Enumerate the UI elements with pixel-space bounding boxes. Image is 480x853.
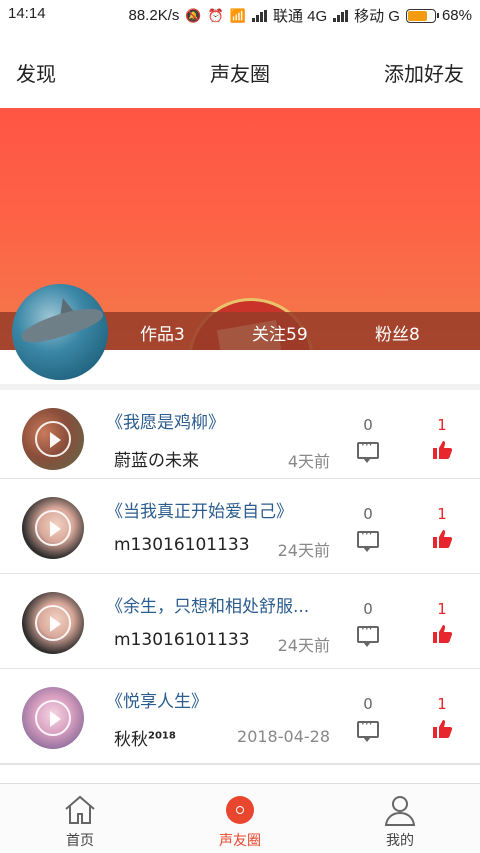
play-icon[interactable] [35,605,71,641]
comment-icon[interactable] [357,622,379,647]
tab-home[interactable]: 首页 [0,784,160,853]
app-header: 发现 声友圈 添加好友 [0,30,480,108]
tab-mine[interactable]: 我的 [320,784,480,853]
status-time: 14:14 [8,5,46,22]
status-bar: 14:14 88.2K/s 🔕 ⏰ 📶 联通 4G 移动 G 68% [0,0,480,30]
thumbnail[interactable] [22,592,84,654]
item-user: 秋秋2018 [114,725,176,750]
thumbs-up-icon[interactable] [432,440,454,460]
friend-circle-icon [226,796,254,824]
network-speed: 88.2K/s [128,7,180,24]
play-icon[interactable] [35,421,71,457]
item-user: m13016101133 [114,630,250,650]
comment-count: 0 [363,695,373,713]
tab-friend-circle[interactable]: 声友圈 [160,784,320,853]
item-title[interactable]: 《悦享人生》 [106,687,336,712]
item-user: 蔚蓝の未来 [114,446,199,471]
thumbnail[interactable] [22,408,84,470]
works-count[interactable]: 作品3 [140,320,185,345]
feed-list: 《我愿是鸡柳》 蔚蓝の未来 4天前 0 1 《当我真正开始爱自己》 m13016… [0,384,480,782]
wifi-icon: 📶 [229,7,246,23]
thumbs-up-icon[interactable] [432,719,454,739]
signal-icon [251,9,267,22]
play-icon[interactable] [35,700,71,736]
user-name: 秋秋 [114,730,148,750]
thumbnail[interactable] [22,687,84,749]
item-user: m13016101133 [114,535,250,555]
comment-icon[interactable] [357,717,379,742]
tab-mine-label: 我的 [386,833,414,849]
item-time: 24天前 [277,636,330,655]
list-item[interactable]: 《悦享人生》 秋秋2018 2018-04-28 0 1 [0,669,480,764]
battery-fill [407,10,427,21]
comment-icon[interactable] [357,527,379,552]
carrier-2: 移动 G [354,8,400,25]
list-item[interactable]: 《我愿是鸡柳》 蔚蓝の未来 4天前 0 1 [0,384,480,479]
signal-icon [333,9,349,22]
comment-count: 0 [363,600,373,618]
user-icon [384,796,416,826]
home-icon [65,795,95,824]
list-item[interactable]: 《余生，只想和相处舒服... m13016101133 24天前 0 1 [0,574,480,669]
list-item[interactable] [0,764,480,782]
mute-icon: 🔕 [185,7,202,23]
user-name: 蔚蓝の未来 [114,451,199,471]
user-name: m13016101133 [114,535,250,555]
following-count[interactable]: 关注59 [252,320,308,345]
user-name-suffix: 2018 [148,730,176,742]
comment-count: 0 [363,416,373,434]
item-time: 2018-04-28 [237,727,330,746]
tab-friend-circle-label: 声友圈 [219,833,261,849]
avatar[interactable] [12,284,108,380]
add-friend-button[interactable]: 添加好友 [384,58,464,87]
battery-percent: 68% [441,7,472,24]
like-count: 1 [437,505,447,523]
item-title[interactable]: 《我愿是鸡柳》 [106,408,336,433]
thumbs-up-icon[interactable] [432,529,454,549]
like-count: 1 [437,695,447,713]
like-count: 1 [437,416,447,434]
list-item[interactable]: 《当我真正开始爱自己》 m13016101133 24天前 0 1 [0,479,480,574]
fans-count[interactable]: 粉丝8 [375,320,420,345]
tab-home-label: 首页 [66,833,94,849]
comment-icon[interactable] [357,438,379,463]
item-time: 4天前 [287,452,330,471]
item-title[interactable]: 《余生，只想和相处舒服... [106,592,336,617]
play-icon[interactable] [35,510,71,546]
bottom-tab-bar: 首页 声友圈 我的 [0,783,480,853]
carrier-1: 联通 4G [272,8,328,25]
status-right: 88.2K/s 🔕 ⏰ 📶 联通 4G 移动 G 68% [129,5,473,26]
user-name: m13016101133 [114,630,250,650]
battery-icon [405,8,439,23]
thumbs-up-icon[interactable] [432,624,454,644]
alarm-icon: ⏰ [207,7,224,23]
like-count: 1 [437,600,447,618]
item-time: 24天前 [277,541,330,560]
thumbnail[interactable] [22,497,84,559]
comment-count: 0 [363,505,373,523]
item-title[interactable]: 《当我真正开始爱自己》 [106,497,336,522]
